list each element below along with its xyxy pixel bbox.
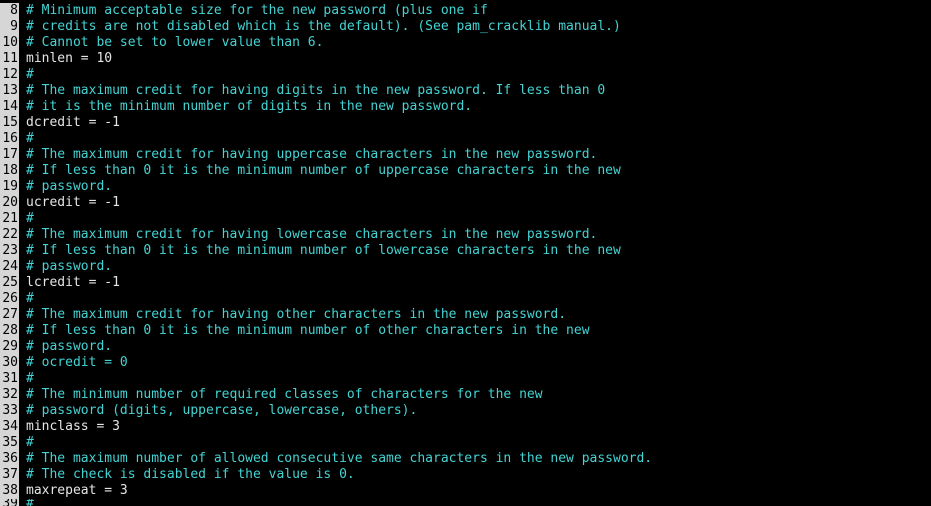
line-number: 25 (0, 275, 19, 291)
editor-line[interactable]: 32 # The minimum number of required class… (0, 387, 931, 403)
editor-line[interactable]: 8 # Minimum acceptable size for the new p… (0, 3, 931, 19)
editor-line[interactable]: 38 maxrepeat = 3 (0, 483, 931, 499)
comment-text[interactable]: # The maximum credit for having other ch… (19, 307, 566, 323)
line-number: 35 (0, 435, 19, 451)
line-number: 27 (0, 307, 19, 323)
line-number: 16 (0, 131, 19, 147)
comment-text[interactable]: # (19, 211, 34, 227)
line-number: 26 (0, 291, 19, 307)
line-number: 17 (0, 147, 19, 163)
comment-text[interactable]: # If less than 0 it is the minimum numbe… (19, 243, 621, 259)
comment-text[interactable]: # Minimum acceptable size for the new pa… (19, 3, 488, 19)
editor-line[interactable]: 36 # The maximum number of allowed consec… (0, 451, 931, 467)
comment-text[interactable]: # (19, 131, 34, 147)
config-setting-text[interactable]: ucredit = -1 (19, 195, 120, 211)
line-number: 13 (0, 83, 19, 99)
comment-text[interactable]: # The maximum credit for having uppercas… (19, 147, 597, 163)
editor-line[interactable]: 16 # (0, 131, 931, 147)
line-number: 24 (0, 259, 19, 275)
comment-text[interactable]: # The minimum number of required classes… (19, 387, 543, 403)
editor-line[interactable]: 15 dcredit = -1 (0, 115, 931, 131)
comment-text[interactable]: # it is the minimum number of digits in … (19, 99, 472, 115)
editor-line[interactable]: 37 # The check is disabled if the value i… (0, 467, 931, 483)
line-number: 23 (0, 243, 19, 259)
editor-line[interactable]: 9 # credits are not disabled which is the… (0, 19, 931, 35)
line-number: 18 (0, 163, 19, 179)
editor-line[interactable]: 27 # The maximum credit for having other … (0, 307, 931, 323)
comment-text[interactable]: # (19, 67, 34, 83)
text-editor[interactable]: 8 # Minimum acceptable size for the new p… (0, 3, 931, 506)
line-number: 10 (0, 35, 19, 51)
editor-line[interactable]: 22 # The maximum credit for having lowerc… (0, 227, 931, 243)
editor-line[interactable]: 12 # (0, 67, 931, 83)
editor-line[interactable]: 11 minlen = 10 (0, 51, 931, 67)
editor-line[interactable]: 29 # password. (0, 339, 931, 355)
comment-text[interactable]: # (19, 291, 34, 307)
terminal-window[interactable]: 8 # Minimum acceptable size for the new p… (0, 0, 931, 506)
editor-line[interactable]: 10 # Cannot be set to lower value than 6. (0, 35, 931, 51)
line-number: 34 (0, 419, 19, 435)
editor-line[interactable]: 39# (0, 499, 931, 506)
editor-line[interactable]: 25 lcredit = -1 (0, 275, 931, 291)
line-number: 32 (0, 387, 19, 403)
editor-line[interactable]: 33 # password (digits, uppercase, lowerca… (0, 403, 931, 419)
line-number: 28 (0, 323, 19, 339)
comment-text[interactable]: # password. (19, 259, 112, 275)
editor-line[interactable]: 35 # (0, 435, 931, 451)
config-setting-text[interactable]: minlen = 10 (19, 51, 112, 67)
editor-line[interactable]: 23 # If less than 0 it is the minimum num… (0, 243, 931, 259)
comment-text[interactable]: # password. (19, 339, 112, 355)
comment-text[interactable]: # password. (19, 179, 112, 195)
line-number: 37 (0, 467, 19, 483)
line-number: 20 (0, 195, 19, 211)
line-number: 19 (0, 179, 19, 195)
line-number: 30 (0, 355, 19, 371)
line-number: 31 (0, 371, 19, 387)
comment-text[interactable]: # password (digits, uppercase, lowercase… (19, 403, 417, 419)
editor-line[interactable]: 26 # (0, 291, 931, 307)
line-number: 15 (0, 115, 19, 131)
line-number: 22 (0, 227, 19, 243)
editor-line[interactable]: 20 ucredit = -1 (0, 195, 931, 211)
config-setting-text[interactable]: lcredit = -1 (19, 275, 120, 291)
comment-text[interactable]: # The maximum credit for having digits i… (19, 83, 605, 99)
editor-line[interactable]: 30 # ocredit = 0 (0, 355, 931, 371)
editor-line[interactable]: 28 # If less than 0 it is the minimum num… (0, 323, 931, 339)
line-number: 9 (0, 19, 19, 35)
comment-text[interactable]: # (19, 371, 34, 387)
comment-text[interactable]: # The maximum number of allowed consecut… (19, 451, 652, 467)
comment-text[interactable]: # The maximum credit for having lowercas… (19, 227, 597, 243)
config-setting-text[interactable]: minclass = 3 (19, 419, 120, 435)
line-number: 36 (0, 451, 19, 467)
line-number: 14 (0, 99, 19, 115)
line-number: 38 (0, 483, 19, 499)
comment-text[interactable]: # If less than 0 it is the minimum numbe… (19, 163, 621, 179)
editor-line[interactable]: 21 # (0, 211, 931, 227)
editor-line[interactable]: 19 # password. (0, 179, 931, 195)
line-number: 8 (0, 3, 19, 19)
comment-text[interactable]: # ocredit = 0 (19, 355, 128, 371)
editor-line[interactable]: 34 minclass = 3 (0, 419, 931, 435)
editor-line[interactable]: 31 # (0, 371, 931, 387)
line-number: 12 (0, 67, 19, 83)
comment-text[interactable]: # (19, 435, 34, 451)
comment-text[interactable]: # The check is disabled if the value is … (19, 467, 355, 483)
editor-line[interactable]: 13 # The maximum credit for having digits… (0, 83, 931, 99)
comment-text[interactable]: # Cannot be set to lower value than 6. (19, 35, 323, 51)
comment-text[interactable]: # credits are not disabled which is the … (19, 19, 621, 35)
line-number: 29 (0, 339, 19, 355)
editor-line[interactable]: 18 # If less than 0 it is the minimum num… (0, 163, 931, 179)
config-setting-text[interactable]: maxrepeat = 3 (19, 483, 128, 499)
editor-line[interactable]: 17 # The maximum credit for having upperc… (0, 147, 931, 163)
line-number: 21 (0, 211, 19, 227)
line-number: 39 (0, 499, 19, 506)
config-setting-text[interactable]: dcredit = -1 (19, 115, 120, 131)
comment-text[interactable]: # (19, 499, 34, 506)
comment-text[interactable]: # If less than 0 it is the minimum numbe… (19, 323, 590, 339)
line-number: 11 (0, 51, 19, 67)
editor-line[interactable]: 14 # it is the minimum number of digits i… (0, 99, 931, 115)
line-number: 33 (0, 403, 19, 419)
editor-line[interactable]: 24 # password. (0, 259, 931, 275)
